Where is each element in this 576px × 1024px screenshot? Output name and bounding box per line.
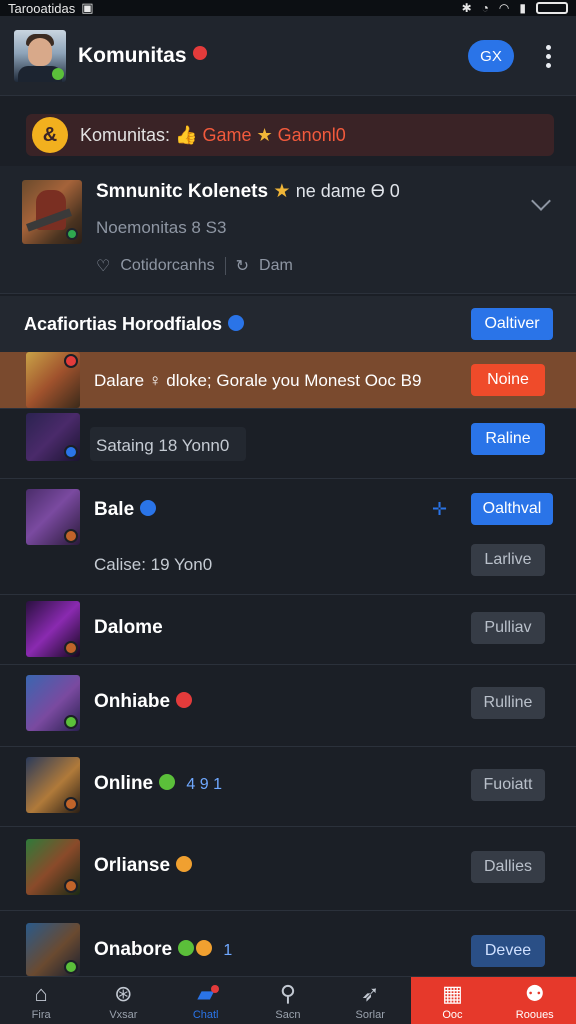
row-description: Dalare ♀ dloke; Gorale you Monest Ooc B9: [94, 371, 422, 390]
row-action-button[interactable]: Raline: [471, 423, 545, 455]
row-title: Bale: [94, 499, 157, 521]
list-item[interactable]: Sataing 18 Yonn0 Raline: [0, 409, 576, 479]
row-action-button[interactable]: Fuoiatt: [471, 769, 545, 801]
battery-icon: [536, 2, 568, 14]
more-options-icon[interactable]: [540, 40, 556, 72]
row-action-button[interactable]: Oalthval: [471, 493, 553, 525]
row-action-button[interactable]: Devee: [471, 935, 545, 967]
row-action-button[interactable]: Noine: [471, 364, 545, 396]
divider: [224, 257, 226, 275]
row-description: Calise: 19 Yon0: [94, 555, 213, 574]
gx-button[interactable]: GX: [468, 40, 514, 72]
comments-link[interactable]: Dam: [259, 257, 293, 275]
community-thumbnail: [22, 180, 82, 244]
row-action-button[interactable]: Dallies: [471, 851, 545, 883]
row-title: Dalome: [94, 617, 163, 638]
star-icon: ★: [256, 124, 278, 145]
list-item[interactable]: Dalare ♀ dloke; Gorale you Monest Ooc B9…: [0, 352, 576, 409]
nav-item-home[interactable]: ⌂ Fira: [0, 977, 82, 1024]
row-stats: 4 9 1: [186, 776, 222, 793]
wifi-icon: ◠: [498, 1, 510, 15]
info-icon: [140, 500, 157, 516]
section-action-button[interactable]: Oaltiver: [471, 308, 553, 340]
grid-icon: ▦: [442, 981, 463, 1006]
game-thumbnail: [26, 839, 80, 895]
notification-icon: ▣: [81, 0, 94, 15]
verified-icon: [192, 45, 207, 60]
bottom-nav: ⌂ Fira ⊛ Vxsar ▰ Chatl ⚲ Sacn ➶ Sorlar ▦…: [0, 976, 576, 1024]
star-icon: ★: [273, 181, 291, 202]
community-meta: Noemonitas 8 S3: [96, 218, 227, 237]
info-icon[interactable]: [228, 315, 245, 331]
row-description: Sataing 18 Yonn0: [90, 427, 246, 461]
row-title: Orlianse: [94, 855, 193, 877]
users-icon: ⚉: [524, 981, 545, 1006]
community-card[interactable]: Smnunitc Kolenets ★ ne dame Ɵ 0 Noemonit…: [0, 166, 576, 294]
list-item[interactable]: Orlianse Dallies: [0, 827, 576, 911]
list-item[interactable]: Onabore 1 Devee: [0, 911, 576, 976]
game-thumbnail: [26, 489, 80, 545]
chevron-down-icon[interactable]: [531, 191, 551, 211]
alarm-icon: ◔: [481, 1, 489, 15]
thumbs-up-icon: 👍: [175, 124, 203, 145]
nav-item-launch[interactable]: ➶ Sorlar: [329, 977, 411, 1024]
controller-icon: ⊛: [114, 981, 133, 1006]
banner-logo-icon: &: [32, 117, 68, 153]
comment-icon[interactable]: ↻: [236, 256, 249, 276]
banner-text: Komunitas: 👍 Game ★ Ganonl0: [80, 124, 346, 145]
nav-item-grid[interactable]: ▦ Ooc: [411, 977, 494, 1024]
status-badge: [176, 856, 193, 872]
heart-icon[interactable]: ♡: [96, 256, 110, 276]
carrier-label: Tarooatidas: [8, 0, 76, 16]
online-status-icon: [178, 940, 195, 956]
likes-link[interactable]: Cotidorcanhs: [120, 257, 214, 275]
row-stats: 1: [223, 942, 233, 959]
avatar[interactable]: [14, 29, 66, 82]
community-actions: ♡ Cotidorcanhs ↻ Dam: [96, 256, 293, 276]
list-item[interactable]: Dalome Pulliav: [0, 595, 576, 665]
status-badge: [196, 940, 213, 956]
nav-item-chat[interactable]: ▰ Chatl: [165, 977, 247, 1024]
online-status-icon: [159, 774, 176, 790]
status-bar: Tarooatidas ▣ ✱ ◔ ◠ ▮: [0, 0, 576, 16]
status-badge: [176, 692, 193, 708]
pin-icon[interactable]: ✛: [432, 499, 447, 520]
home-icon: ⌂: [34, 981, 48, 1006]
row-action-button[interactable]: Rulline: [471, 687, 545, 719]
community-title: Smnunitc Kolenets ★ ne dame Ɵ 0: [96, 181, 400, 202]
announcement-banner[interactable]: & Komunitas: 👍 Game ★ Ganonl0: [26, 114, 554, 156]
signal-icon: ▮: [519, 1, 526, 15]
bluetooth-icon: ✱: [461, 1, 472, 15]
row-title: Onabore 1: [94, 939, 233, 960]
nav-item-users[interactable]: ⚉ Rooues: [493, 977, 576, 1024]
game-thumbnail: [26, 757, 80, 813]
game-thumbnail: [26, 413, 80, 461]
notification-badge: [210, 985, 219, 993]
search-icon: ⚲: [279, 981, 296, 1006]
list-item[interactable]: Bale ✛ Oalthval Calise: 19 Yon0 Larlive: [0, 479, 576, 595]
nav-item-search[interactable]: ⚲ Sacn: [247, 977, 329, 1024]
row-title: Online 4 9 1: [94, 773, 222, 794]
section-title: Acafiortias Horodfialos: [24, 314, 245, 335]
row-secondary-button[interactable]: Larlive: [471, 544, 545, 576]
app-header: Komunitas GX: [0, 16, 576, 96]
row-title: Onhiabe: [94, 691, 193, 713]
nav-item-games[interactable]: ⊛ Vxsar: [82, 977, 164, 1024]
row-action-button[interactable]: Pulliav: [471, 612, 545, 644]
section-header: Acafiortias Horodfialos Oaltiver: [0, 296, 576, 352]
game-thumbnail: [26, 601, 80, 657]
page-title: Komunitas: [78, 44, 207, 68]
game-thumbnail: [26, 923, 80, 976]
list-item[interactable]: Onhiabe Rulline: [0, 665, 576, 747]
game-thumbnail: [26, 675, 80, 731]
rocket-icon: ➶: [360, 981, 380, 1006]
list-item[interactable]: Online 4 9 1 Fuoiatt: [0, 747, 576, 827]
game-thumbnail: [26, 352, 80, 408]
